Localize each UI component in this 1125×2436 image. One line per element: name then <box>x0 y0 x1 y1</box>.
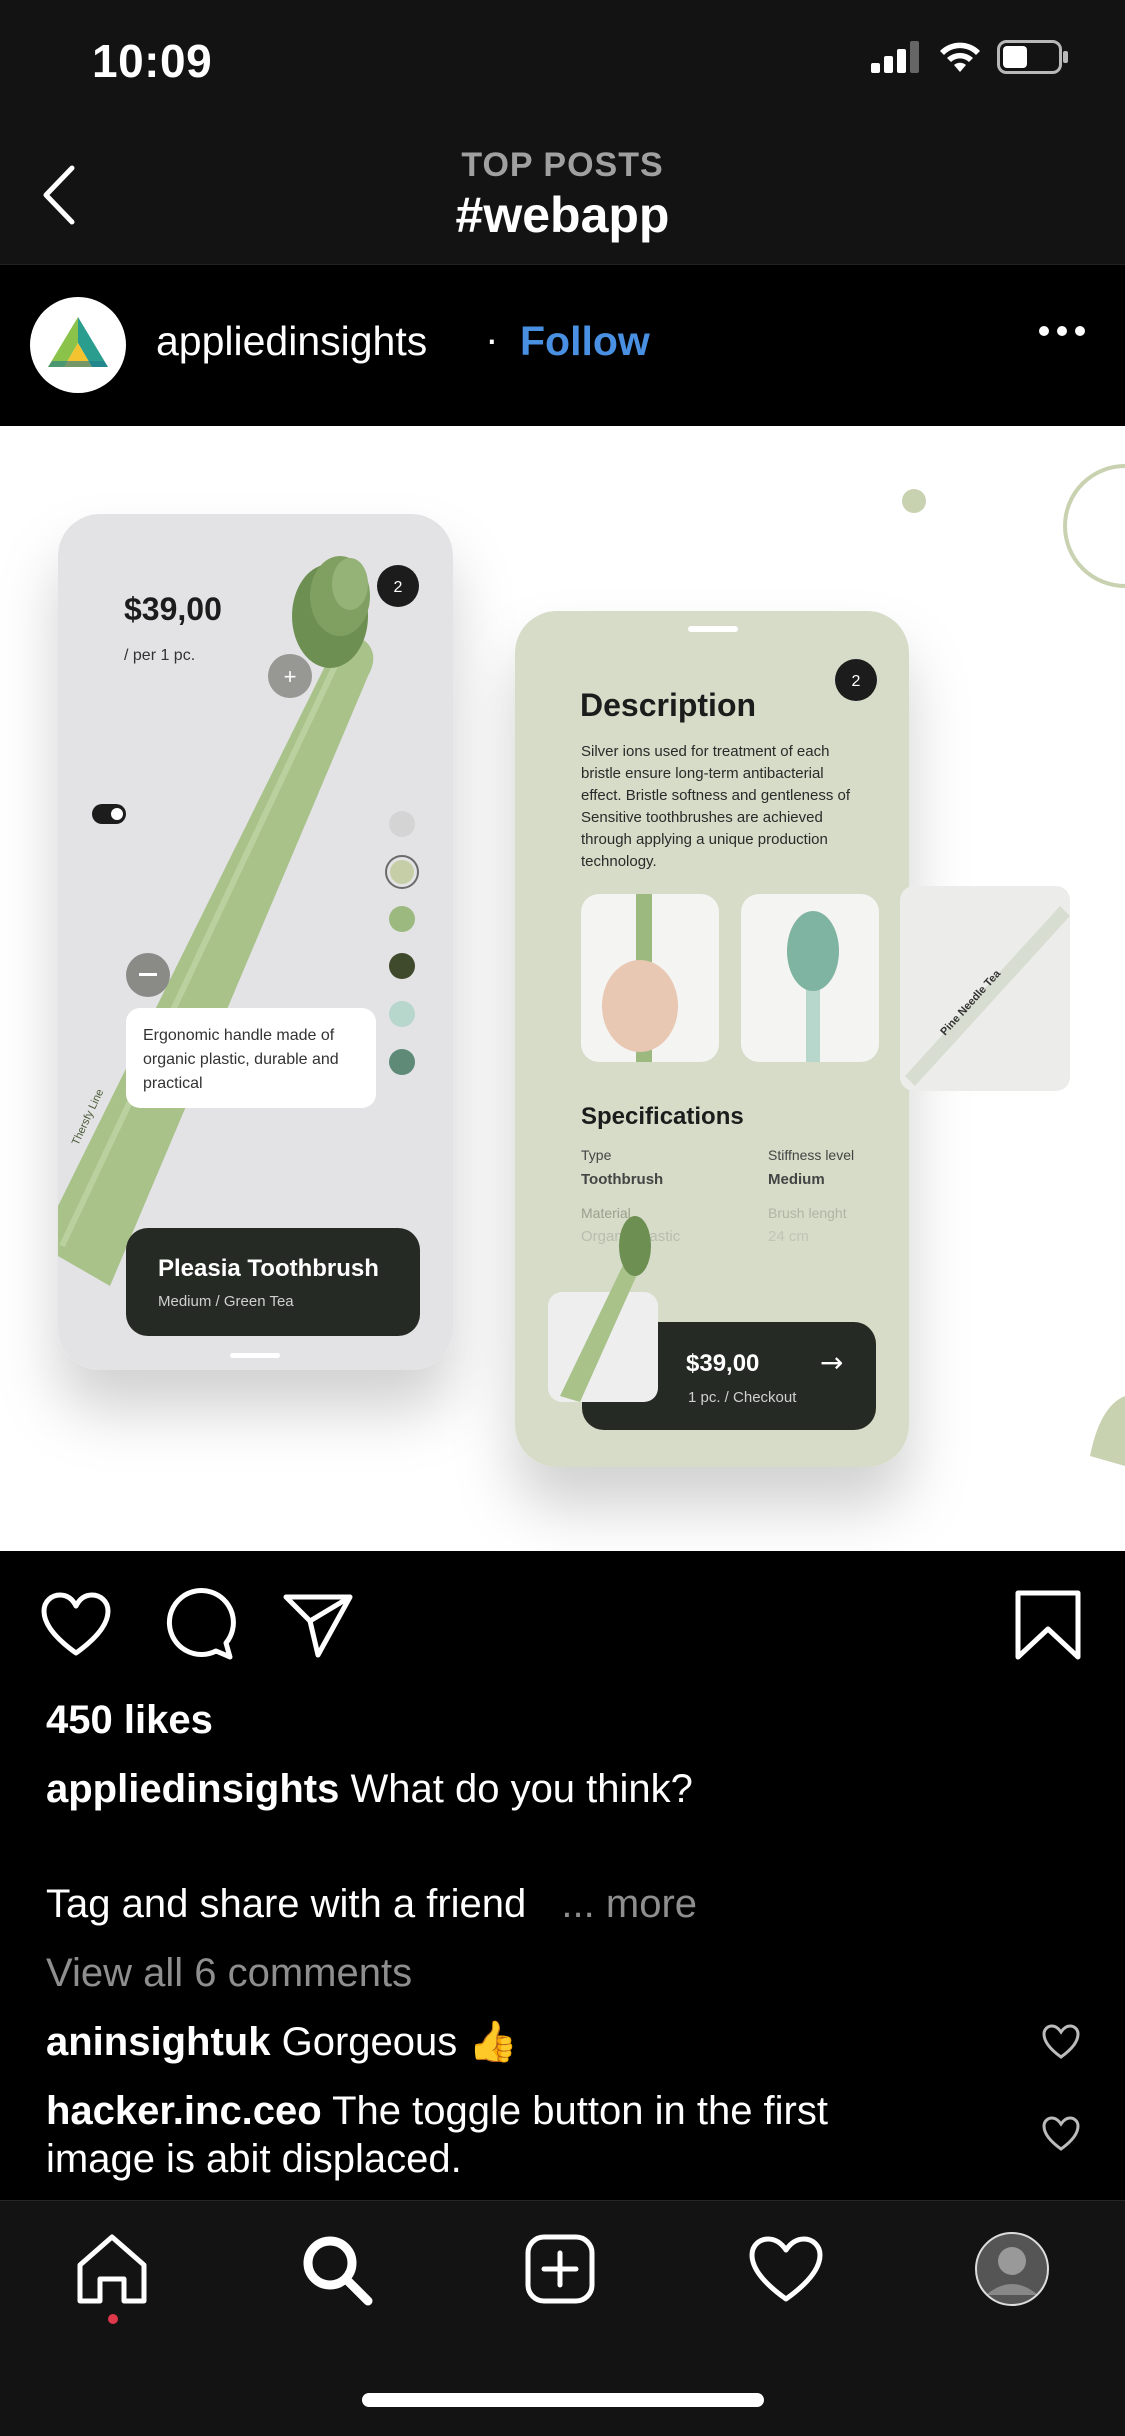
comment-1-text: Gorgeous 👍 <box>281 2020 519 2064</box>
status-icons <box>871 40 1069 74</box>
comment-2-like-icon[interactable] <box>1041 2114 1081 2154</box>
caption-line2-text: Tag and share with a friend <box>46 1882 527 1926</box>
spec-length-value: 24 cm <box>768 1228 809 1245</box>
home-icon[interactable] <box>72 2229 152 2309</box>
share-send-icon[interactable] <box>280 1587 356 1663</box>
comment-2-user[interactable]: hacker.inc.ceo <box>46 2089 322 2133</box>
caption-username[interactable]: appliedinsights <box>46 1767 339 1811</box>
spec-stiff-label: Stiffness level <box>768 1147 854 1163</box>
avatar[interactable] <box>30 297 126 393</box>
product-card-1: $39,00 / per 1 pc. 2 Thersfy Line + Ergo… <box>58 514 453 1370</box>
comment-1: aninsightuk Gorgeous 👍 <box>46 2018 518 2066</box>
status-bar: 10:09 <box>0 0 1125 130</box>
battery-icon <box>997 40 1068 74</box>
profile-avatar-icon[interactable] <box>972 2229 1052 2309</box>
checkout-arrow-icon: → <box>820 1346 843 1379</box>
card2-description-title: Description <box>580 687 756 723</box>
post-actions <box>0 1551 1125 1701</box>
caption-line2: Tag and share with a friend ... more <box>46 1880 697 1928</box>
post-header: appliedinsights · Follow <box>0 266 1125 426</box>
brand-logo-icon <box>48 317 108 367</box>
comment-2: hacker.inc.ceo The toggle button in the … <box>46 2087 946 2183</box>
notification-dot <box>108 2314 118 2324</box>
card2-badge: 2 <box>852 673 861 690</box>
decor-dot <box>902 489 926 513</box>
wifi-icon <box>940 42 980 72</box>
card1-product-name: Pleasia Toothbrush <box>158 1255 379 1282</box>
comment-1-user[interactable]: aninsightuk <box>46 2020 270 2064</box>
spec-material-label: Material <box>581 1205 631 1221</box>
post-image-artwork: $39,00 / per 1 pc. 2 Thersfy Line + Ergo… <box>0 426 1125 1551</box>
header-subtitle: TOP POSTS <box>461 146 664 184</box>
checkout-price: $39,00 <box>686 1350 759 1377</box>
activity-heart-icon[interactable] <box>746 2229 826 2309</box>
status-time: 10:09 <box>92 35 213 87</box>
search-icon[interactable] <box>296 2229 376 2309</box>
post-username[interactable]: appliedinsights <box>156 318 427 365</box>
home-indicator <box>362 2393 764 2407</box>
likes-count[interactable]: 450 likes <box>46 1696 213 1744</box>
spec-type-label: Type <box>581 1147 612 1163</box>
comment-1-like-icon[interactable] <box>1041 2022 1081 2062</box>
spec-type-value: Toothbrush <box>581 1171 663 1188</box>
caption-text: What do you think? <box>350 1767 693 1811</box>
nav-header: TOP POSTS #webapp <box>0 130 1125 265</box>
like-heart-icon[interactable] <box>38 1587 114 1663</box>
more-options-icon[interactable] <box>1039 326 1085 336</box>
card1-badge: 2 <box>394 579 403 596</box>
spec-stiff-value: Medium <box>768 1171 825 1188</box>
bookmark-icon[interactable] <box>1010 1587 1086 1663</box>
card1-per: / per 1 pc. <box>124 647 195 664</box>
caption: appliedinsights What do you think? <box>46 1765 693 1813</box>
more-link[interactable]: ... more <box>561 1882 697 1926</box>
spec-length-label: Brush lenght <box>768 1205 847 1221</box>
svg-text:+: + <box>284 664 297 689</box>
create-post-icon[interactable] <box>520 2229 600 2309</box>
separator-dot: · <box>485 316 499 362</box>
card1-product-variant: Medium / Green Tea <box>158 1293 294 1310</box>
comment-bubble-icon[interactable] <box>160 1587 236 1663</box>
header-title: #webapp <box>455 187 670 243</box>
signal-icon <box>871 41 919 73</box>
view-all-comments[interactable]: View all 6 comments <box>46 1949 412 1997</box>
card1-price: $39,00 <box>124 591 222 627</box>
checkout-sub: 1 pc. / Checkout <box>688 1389 797 1406</box>
card2-spec-title: Specifications <box>581 1103 744 1130</box>
follow-button[interactable]: Follow <box>520 318 650 365</box>
post-image[interactable]: $39,00 / per 1 pc. 2 Thersfy Line + Ergo… <box>0 426 1125 1551</box>
